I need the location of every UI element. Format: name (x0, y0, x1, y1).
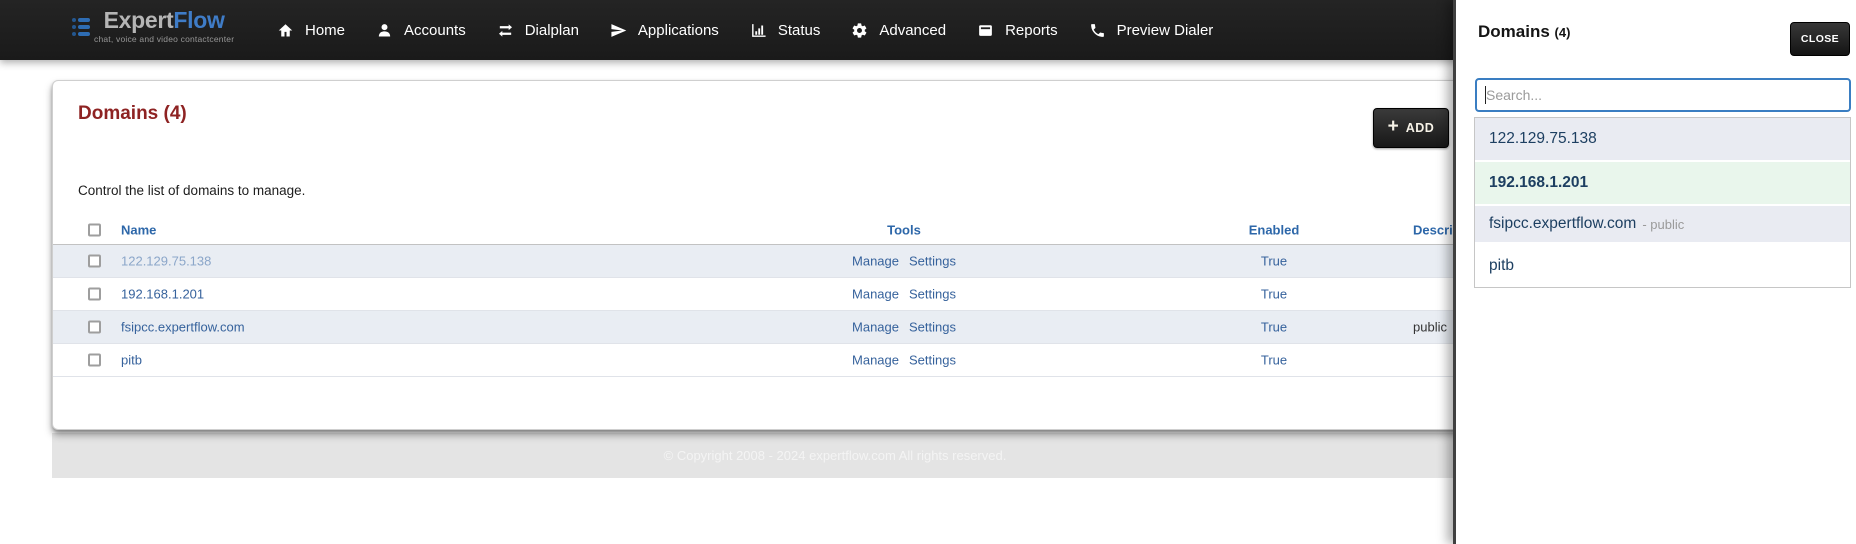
domain-name-link[interactable]: 192.168.1.201 (121, 287, 204, 302)
nav-item-preview-dialer[interactable]: Preview Dialer (1089, 21, 1214, 39)
settings-link[interactable]: Settings (909, 287, 956, 302)
column-header-name[interactable]: Name (121, 222, 156, 237)
domain-list-item[interactable]: fsipcc.expertflow.com - public (1475, 206, 1850, 244)
nav-item-label: Advanced (879, 21, 947, 39)
nav-item-advanced[interactable]: Advanced (851, 22, 946, 39)
row-checkbox[interactable] (88, 287, 101, 301)
domain-name-link[interactable]: fsipcc.expertflow.com (121, 320, 245, 335)
panel-count: (4) (1554, 25, 1571, 40)
row-checkbox[interactable] (88, 353, 101, 367)
copyright-text: © Copyright 2008 - 2024 expertflow.com A… (663, 448, 1007, 463)
nav-item-home[interactable]: Home (277, 22, 345, 39)
nav-item-label: Accounts (404, 21, 466, 39)
domain-list-item-selected[interactable]: 192.168.1.201 (1475, 162, 1850, 206)
person-icon (378, 23, 391, 37)
nav-item-label: Preview Dialer (1116, 21, 1214, 39)
manage-link[interactable]: Manage (852, 254, 899, 269)
settings-link[interactable]: Settings (909, 353, 956, 368)
search-input[interactable] (1477, 80, 1849, 110)
nav-item-accounts[interactable]: Accounts (376, 22, 466, 39)
nav-item-dialplan[interactable]: Dialplan (497, 22, 579, 39)
column-header-enabled[interactable]: Enabled (1174, 222, 1374, 237)
row-checkbox[interactable] (88, 320, 101, 334)
domain-name-link[interactable]: pitb (121, 353, 142, 368)
phone-icon (1090, 23, 1104, 37)
close-button[interactable]: CLOSE (1790, 22, 1850, 56)
domain-search-box (1475, 78, 1851, 112)
row-checkbox[interactable] (88, 254, 101, 268)
nav-menu: Home Accounts Dialplan Applications Stat… (277, 0, 1213, 60)
drive-icon (979, 24, 992, 36)
nav-item-label: Applications (637, 21, 719, 39)
column-header-tools: Tools (887, 222, 921, 237)
settings-link[interactable]: Settings (909, 320, 956, 335)
brand-logo-icon (72, 18, 90, 44)
plus-icon: + (1387, 116, 1399, 137)
page-title: Domains (4) (78, 103, 187, 124)
home-icon (278, 23, 293, 37)
page-description: Control the list of domains to manage. (78, 183, 306, 198)
domains-side-panel: Domains (4) CLOSE 122.129.75.138 192.168… (1453, 0, 1856, 544)
domain-list-label: 122.129.75.138 (1489, 130, 1597, 147)
nav-item-reports[interactable]: Reports (977, 22, 1058, 39)
nav-item-status[interactable]: Status (750, 21, 821, 39)
settings-link[interactable]: Settings (909, 254, 956, 269)
nav-item-label: Dialplan (524, 21, 579, 39)
manage-link[interactable]: Manage (852, 353, 899, 368)
brand-tagline: chat, voice and video contactcenter (94, 34, 235, 44)
domain-list-item[interactable]: pitb (1475, 244, 1850, 287)
manage-link[interactable]: Manage (852, 320, 899, 335)
nav-item-applications[interactable]: Applications (610, 22, 719, 39)
text-caret (1485, 86, 1486, 104)
brand-logo[interactable]: ExpertFlow chat, voice and video contact… (72, 7, 234, 44)
manage-link[interactable]: Manage (852, 287, 899, 302)
domain-name-link[interactable]: 122.129.75.138 (121, 254, 211, 269)
description-value: public (1413, 319, 1447, 335)
nav-item-label: Home (305, 21, 346, 39)
enabled-value[interactable]: True (1174, 287, 1374, 302)
domain-list-item[interactable]: 122.129.75.138 (1475, 118, 1850, 162)
add-domain-button[interactable]: + ADD (1373, 108, 1449, 148)
domain-list-label: pitb (1489, 256, 1514, 274)
enabled-value[interactable]: True (1174, 254, 1374, 269)
domain-list-label: fsipcc.expertflow.com (1489, 215, 1637, 232)
nav-item-label: Reports (1005, 21, 1058, 39)
domain-list: 122.129.75.138 192.168.1.201 fsipcc.expe… (1474, 117, 1851, 288)
select-all-checkbox[interactable] (88, 223, 101, 236)
domain-list-suffix: - public (1642, 216, 1685, 232)
gear-icon (852, 22, 867, 38)
swap-arrows-icon (498, 23, 512, 37)
bar-chart-icon (751, 23, 766, 37)
enabled-value[interactable]: True (1174, 353, 1374, 368)
footer: © Copyright 2008 - 2024 expertflow.com A… (52, 433, 1618, 478)
panel-title: Domains (4) (1478, 22, 1571, 41)
enabled-value[interactable]: True (1174, 320, 1374, 335)
brand-name: ExpertFlow (103, 7, 225, 33)
nav-item-label: Status (777, 21, 821, 39)
domain-list-label: 192.168.1.201 (1489, 174, 1589, 191)
paper-plane-icon (611, 23, 627, 37)
